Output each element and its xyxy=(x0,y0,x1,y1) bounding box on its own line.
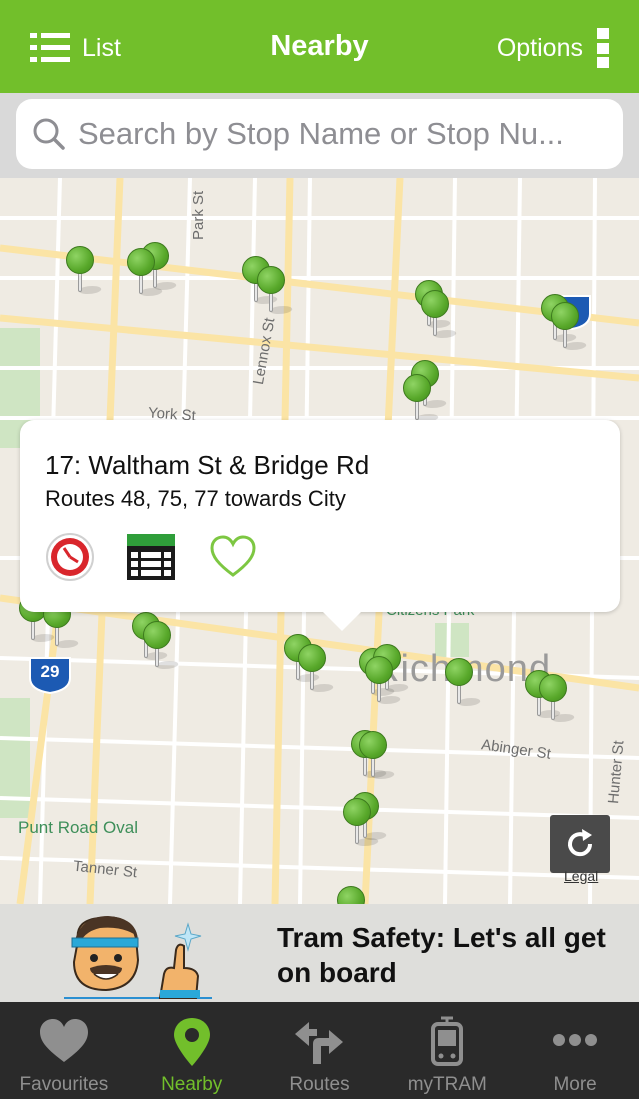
banner-text: Tram Safety: Let's all get on board xyxy=(277,922,606,988)
tab-label: More xyxy=(553,1074,597,1095)
search-bar xyxy=(0,93,639,178)
refresh-button[interactable] xyxy=(550,815,610,873)
tab-nearby[interactable]: Nearby xyxy=(128,1002,256,1099)
callout-pointer xyxy=(320,609,364,631)
tram-stop-pin[interactable] xyxy=(297,644,336,694)
tram-stop-pin[interactable] xyxy=(358,731,397,781)
location-pin-icon xyxy=(173,1018,210,1066)
top-bar: List Nearby Options xyxy=(0,0,639,93)
tram-stop-pin[interactable] xyxy=(538,674,577,724)
tab-routes[interactable]: Routes xyxy=(256,1002,384,1099)
stop-callout[interactable]: 17: Waltham St & Bridge Rd Routes 48, 75… xyxy=(20,420,620,631)
tab-label: Favourites xyxy=(19,1074,109,1095)
tram-stop-pin[interactable] xyxy=(126,248,165,298)
tab-label: Nearby xyxy=(161,1074,223,1095)
tram-stop-pin[interactable] xyxy=(336,886,366,904)
tram-stop-pin[interactable] xyxy=(402,374,441,424)
refresh-icon xyxy=(568,829,593,857)
tab-mytram[interactable]: myTRAM xyxy=(383,1002,511,1099)
timetable-icon[interactable] xyxy=(127,534,175,580)
park-label: Punt Road Oval xyxy=(18,818,139,837)
list-label: List xyxy=(82,33,121,62)
tram-stop-pin[interactable] xyxy=(256,266,295,316)
list-icon xyxy=(30,32,70,64)
route-arrows-icon xyxy=(295,1022,344,1064)
route-shield: 29 xyxy=(28,656,72,694)
more-dots-icon xyxy=(553,1034,598,1046)
tram-stop-pin[interactable] xyxy=(142,621,181,671)
tram-stop-pin[interactable] xyxy=(550,302,589,352)
heart-icon xyxy=(39,1019,88,1062)
tram-stop-pin[interactable] xyxy=(65,246,104,296)
options-label: Options xyxy=(496,33,583,62)
tram-stop-pin[interactable] xyxy=(364,656,403,706)
tab-label: myTRAM xyxy=(407,1074,487,1095)
options-button[interactable]: Options xyxy=(497,28,609,68)
street-label: Park St xyxy=(190,190,207,240)
ad-banner[interactable]: Tram Safety: Let's all get on board xyxy=(0,904,639,1002)
kebab-icon xyxy=(597,28,609,68)
search-icon xyxy=(33,118,65,150)
tram-stop-pin[interactable] xyxy=(420,290,459,340)
stop-routes: Routes 48, 75, 77 towards City xyxy=(45,486,346,511)
list-view-button[interactable]: List xyxy=(30,30,121,66)
tab-favourites[interactable]: Favourites xyxy=(0,1002,128,1099)
tab-bar: Favourites Nearby Routes myTRAM More xyxy=(0,1002,639,1099)
tram-safety-mascot-image xyxy=(64,916,212,999)
legal-link[interactable]: Legal xyxy=(564,868,598,884)
tram-icon xyxy=(431,1016,464,1066)
search-input[interactable] xyxy=(78,116,618,152)
search-field[interactable] xyxy=(16,99,623,169)
tab-label: Routes xyxy=(289,1074,350,1095)
tracker-clock-icon[interactable] xyxy=(45,532,95,582)
tab-more[interactable]: More xyxy=(511,1002,639,1099)
stop-title: 17: Waltham St & Bridge Rd xyxy=(45,450,370,480)
tram-stop-pin[interactable] xyxy=(444,658,483,708)
tram-stop-pin[interactable] xyxy=(342,798,381,848)
favourite-heart-icon[interactable] xyxy=(208,532,258,582)
